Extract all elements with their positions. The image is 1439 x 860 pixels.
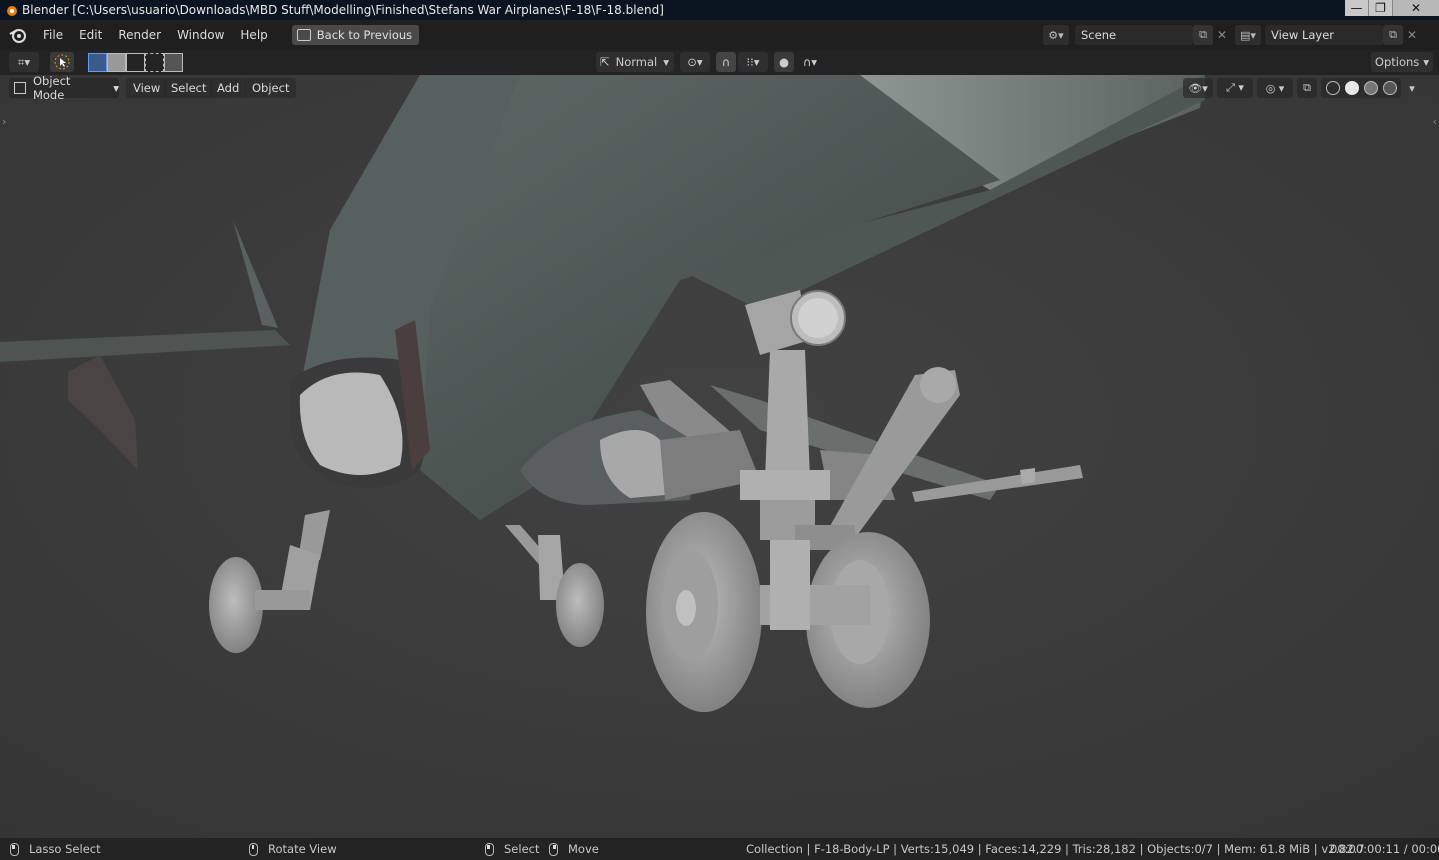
left-region-toggle-icon[interactable]: › [2,115,6,128]
chevron-down-icon: ▾ [663,55,670,69]
tool-header: ⌗▾ ⇱ Normal ▾ ⊙▾ ∩ ⁝⁝▾ ● ∩▾ Options ▾ [0,50,1439,75]
menu-edit[interactable]: Edit [71,24,110,46]
invert-selection-icon[interactable] [145,53,164,72]
intersect-selection-icon[interactable] [164,53,183,72]
scene-statistics: Collection | F-18-Body-LP | Verts:15,049… [746,842,1365,856]
selection-mode-group [88,53,183,72]
viewport-scene-render [0,75,1439,838]
new-view-layer-icon[interactable]: ⧉ [1383,25,1403,45]
window-title: Blender [C:\Users\usuario\Downloads\MBD … [22,3,664,17]
proportional-edit-icon: ● [778,55,790,69]
snap-target-dropdown[interactable]: ⁝⁝▾ [738,52,768,72]
view-layer-field[interactable]: View Layer [1265,25,1383,45]
orientation-label: Normal [615,55,658,69]
right-region-toggle-icon[interactable]: ‹ [1433,115,1437,128]
scene-browse-icon[interactable]: ⚙▾ [1043,25,1069,45]
material-preview-icon[interactable] [1363,81,1378,95]
status-lasso-label: Lasso Select [29,842,101,856]
view-layer-browse-icon[interactable]: ▤▾ [1235,25,1261,45]
status-rotate-hint: Rotate View [249,842,337,856]
xray-toggle-icon[interactable]: ⧉ [1297,78,1317,98]
active-tool-button[interactable] [50,52,74,72]
shading-options-chevron-icon[interactable]: ▾ [1405,78,1419,98]
select-tool-icon [54,54,70,70]
delete-view-layer-icon[interactable]: ✕ [1403,28,1421,42]
gizmo-toggle-icon[interactable]: ⤢ ▾ [1217,78,1253,98]
wireframe-shading-icon[interactable] [1325,81,1340,95]
overlays-toggle-icon[interactable]: ◎ ▾ [1257,78,1293,98]
menu-help[interactable]: Help [232,24,275,46]
status-select-hint: Select [485,842,539,856]
subtract-selection-icon[interactable] [126,53,145,72]
viewport-header: Object Mode ▾ View Select Add Object 👁▾ … [0,74,1439,102]
chevron-down-icon: ▾ [113,81,119,95]
visibility-eye-icon[interactable]: 👁▾ [1183,78,1213,98]
mouse-left-drag-icon [10,842,19,856]
editor-type-button[interactable]: ⌗▾ [9,52,39,72]
transform-orientation-dropdown[interactable]: ⇱ Normal ▾ [596,52,674,72]
orientation-icon: ⇱ [600,55,610,69]
mouse-left-icon [485,842,494,856]
mouse-middle-icon [249,842,258,856]
screen-back-icon [296,29,311,41]
viewport-menu-view[interactable]: View [126,78,168,98]
window-titlebar: Blender [C:\Users\usuario\Downloads\MBD … [0,0,1439,20]
3d-viewport[interactable]: › ‹ [0,75,1439,838]
mouse-right-icon [549,842,558,856]
close-button[interactable]: ✕ [1393,0,1439,16]
back-to-previous-label: Back to Previous [316,28,413,42]
playback-time: 00:00:00:11 / 00:00: [1330,842,1439,856]
magnet-icon: ∩ [721,55,731,69]
solid-shading-icon[interactable] [1344,81,1359,95]
options-label: Options [1374,55,1420,69]
new-scene-icon[interactable]: ⧉ [1193,25,1213,45]
blender-logo-icon[interactable] [9,26,27,44]
status-select-label: Select [504,842,540,856]
chevron-down-icon: ▾ [1423,55,1430,69]
snap-toggle[interactable]: ∩ [716,52,736,72]
back-to-previous-button[interactable]: Back to Previous [291,25,420,45]
status-lasso-hint: Lasso Select [10,842,101,856]
viewport-display-tools: 👁▾ ⤢ ▾ ◎ ▾ ⧉ ▾ [1183,78,1419,98]
blender-app-icon [7,6,17,16]
extend-selection-icon[interactable] [107,53,126,72]
falloff-dropdown[interactable]: ∩▾ [796,52,824,72]
maximize-button[interactable]: ❐ [1369,0,1393,16]
proportional-edit-toggle[interactable]: ● [774,52,794,72]
menu-render[interactable]: Render [110,24,169,46]
3d-viewport-icon: ⌗▾ [17,54,31,69]
snap-increment-icon: ⁝⁝▾ [746,55,760,69]
minimize-button[interactable]: — [1345,0,1369,16]
status-move-label: Move [568,842,599,856]
object-mode-label: Object Mode [32,74,71,102]
shading-mode-group [1321,78,1401,98]
status-move-hint: Move [549,842,599,856]
status-bar: Lasso Select Rotate View Select Move Col… [0,838,1439,860]
menu-file[interactable]: File [35,24,71,46]
viewport-menu-add[interactable]: Add [210,78,247,98]
set-new-selection-icon[interactable] [88,53,107,72]
object-mode-dropdown[interactable]: Object Mode ▾ [9,74,119,102]
pivot-icon: ⊙▾ [687,55,703,69]
falloff-curve-icon: ∩▾ [802,55,818,69]
status-rotate-label: Rotate View [268,842,337,856]
menu-window[interactable]: Window [169,24,232,46]
delete-scene-icon[interactable]: ✕ [1213,28,1231,42]
window-controls: — ❐ ✕ [1345,0,1439,18]
scene-name-field[interactable]: Scene [1075,25,1193,45]
rendered-shading-icon[interactable] [1382,81,1397,95]
pivot-point-dropdown[interactable]: ⊙▾ [680,52,710,72]
options-dropdown[interactable]: Options ▾ [1371,52,1433,72]
object-mode-icon [14,82,26,94]
viewport-menu-object[interactable]: Object [245,78,297,98]
scene-selector-group: ⚙▾ Scene ⧉ ✕ ▤▾ View Layer ⧉ ✕ [1043,24,1421,46]
viewport-menu-select[interactable]: Select [164,78,214,98]
